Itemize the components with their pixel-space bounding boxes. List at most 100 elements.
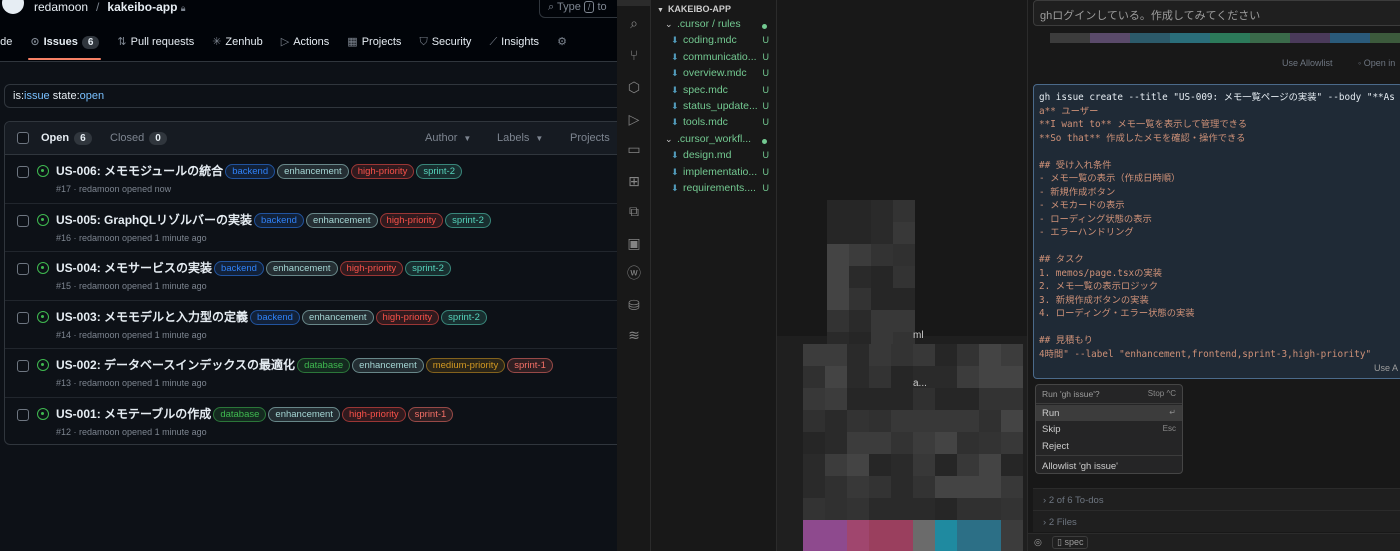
search-icon[interactable]: ⌕ — [625, 14, 643, 32]
use-allowlist-button[interactable]: Use A — [1374, 363, 1398, 373]
label-enhancement[interactable]: enhancement — [301, 309, 374, 325]
label-high-priority[interactable]: high-priority — [350, 164, 415, 179]
issue-row[interactable]: US-005: GraphQLリゾルバーの実装 backend enhancemen… — [5, 204, 617, 252]
tree-file[interactable]: ⬇ tools.mdc U — [651, 116, 777, 132]
issue-checkbox[interactable] — [17, 408, 29, 421]
database-icon[interactable]: ⛁ — [625, 296, 643, 314]
tab-issues[interactable]: ⊙ Issues 6 — [22, 30, 107, 60]
issue-row[interactable]: US-004: メモサービスの実装 backend enhancement high-… — [5, 252, 617, 301]
github-logo-icon[interactable] — [2, 0, 24, 14]
tab-projects[interactable]: ▦ Projects — [339, 30, 409, 60]
open-in-link[interactable]: ◦ Open in — [1358, 58, 1395, 68]
wordpress-icon[interactable]: ⓦ — [625, 264, 643, 282]
issue-row[interactable]: US-003: メモモデルと入力型の定義 backend enhancement hi… — [5, 301, 617, 349]
tree-file[interactable]: ⬇ design.md U — [651, 149, 777, 165]
label-backend[interactable]: backend — [254, 212, 304, 228]
files-summary[interactable]: › 2 Files — [1033, 510, 1400, 532]
label-sprint-2[interactable]: sprint-2 — [445, 212, 491, 228]
run-debug-icon[interactable]: ▷ — [625, 110, 643, 128]
spec-context-chip[interactable]: ▯ spec — [1052, 536, 1089, 549]
label-database[interactable]: database — [213, 406, 267, 422]
select-all-checkbox[interactable] — [17, 132, 29, 144]
tree-folder[interactable]: ⌄ .cursor_workfl... — [651, 133, 777, 149]
use-allowlist-link[interactable]: Use Allowlist — [1282, 58, 1333, 68]
label-sprint-2[interactable]: sprint-2 — [441, 309, 487, 325]
label-sprint-1[interactable]: sprint-1 — [407, 406, 454, 422]
label-backend[interactable]: backend — [225, 164, 276, 179]
issue-checkbox[interactable] — [17, 360, 29, 372]
label-enhancement[interactable]: enhancement — [352, 358, 424, 373]
issue-filter-input[interactable]: is:issue state:open — [4, 84, 617, 108]
repo-link[interactable]: kakeibo-app — [107, 0, 177, 14]
settings-gear-icon[interactable]: ⚙ — [549, 30, 575, 60]
tab-ode[interactable]: ode — [0, 30, 20, 60]
remote-explorer-icon[interactable]: ▭ — [625, 140, 643, 158]
tab-pull-requests[interactable]: ⇅ Pull requests — [109, 30, 202, 60]
issue-row[interactable]: US-002: データベースインデックスの最適化 database enhancem… — [5, 349, 617, 398]
label-enhancement[interactable]: enhancement — [268, 406, 340, 422]
tree-file[interactable]: ⬇ requirements.... U — [651, 182, 777, 198]
tree-folder[interactable]: ⌄ .cursor / rules — [651, 18, 777, 34]
stop-hint[interactable]: Stop ^C — [1148, 389, 1176, 398]
issue-row[interactable]: US-001: メモテーブルの作成 database enhancement high… — [5, 398, 617, 445]
run-button[interactable]: Run ↵ — [1036, 405, 1182, 421]
issue-title[interactable]: US-005: GraphQLリゾルバーの実装 backend enhancemen… — [56, 211, 491, 228]
allowlist-button[interactable]: Allowlist 'gh issue' — [1036, 458, 1182, 474]
tree-file[interactable]: ⬇ status_update... U — [651, 100, 777, 116]
issue-title[interactable]: US-003: メモモデルと入力型の定義 backend enhancement hi… — [56, 308, 487, 325]
label-sprint-2[interactable]: sprint-2 — [416, 164, 463, 179]
todos-summary[interactable]: › 2 of 6 To-dos — [1033, 488, 1400, 510]
tree-file[interactable]: ⬇ overview.mdc U — [651, 67, 777, 83]
label-enhancement[interactable]: enhancement — [265, 261, 338, 276]
issue-row[interactable]: US-006: メモモジュールの統合 backend enhancement high… — [5, 155, 617, 204]
open-filter[interactable]: Open 6 — [41, 132, 92, 145]
label-enhancement[interactable]: enhancement — [277, 164, 349, 179]
label-backend[interactable]: backend — [214, 261, 264, 276]
closed-filter[interactable]: Closed 0 — [110, 132, 167, 145]
issue-checkbox[interactable] — [17, 166, 29, 178]
label-sprint-1[interactable]: sprint-1 — [507, 358, 553, 373]
issue-title[interactable]: US-002: データベースインデックスの最適化 database enhancem… — [56, 356, 553, 373]
extensions-cube-icon[interactable]: ⬡ — [625, 78, 643, 96]
explorer-icon[interactable] — [617, 0, 651, 6]
github-pane: redamoon/kakeibo-app 🔒︎ ⌕ Type/ to ode⊙I… — [0, 0, 617, 551]
tree-file[interactable]: ⬇ coding.mdc U — [651, 34, 777, 50]
context-toggle-icon[interactable]: ◎ — [1034, 537, 1042, 548]
tree-file[interactable]: ⬇ spec.mdc U — [651, 84, 777, 100]
issue-meta: #15 · redamoon opened 1 minute ago — [56, 281, 207, 291]
layers-icon[interactable]: ≋ — [625, 326, 643, 344]
extensions-icon[interactable]: ⊞ — [625, 172, 643, 190]
reject-button[interactable]: Reject — [1036, 438, 1182, 454]
search-input[interactable]: ⌕ Type / to — [539, 0, 617, 18]
blur-block — [869, 454, 891, 476]
source-control-icon[interactable]: ⑂ — [625, 46, 643, 64]
issue-checkbox[interactable] — [17, 214, 29, 227]
label-backend[interactable]: backend — [250, 309, 300, 325]
owner-link[interactable]: redamoon — [34, 0, 88, 14]
package-icon[interactable]: ▣ — [625, 234, 643, 252]
tab-zenhub[interactable]: ✳ Zenhub — [204, 30, 271, 60]
tree-file[interactable]: ⬇ communicatio... U — [651, 51, 777, 67]
tab-security[interactable]: ⛉ Security — [411, 30, 479, 60]
tab-insights[interactable]: ⟋ Insights — [481, 30, 547, 60]
label-sprint-2[interactable]: sprint-2 — [405, 261, 451, 276]
label-database[interactable]: database — [297, 358, 351, 373]
issue-title[interactable]: US-004: メモサービスの実装 backend enhancement high-… — [56, 259, 451, 276]
label-high-priority[interactable]: high-priority — [379, 212, 444, 228]
author-dropdown[interactable]: Author ▼ — [425, 132, 471, 144]
issue-title[interactable]: US-001: メモテーブルの作成 database enhancement high… — [56, 405, 454, 422]
skip-button[interactable]: Skip Esc — [1036, 421, 1182, 437]
containers-icon[interactable]: ⧉ — [625, 202, 643, 220]
labels-dropdown[interactable]: Labels ▼ — [497, 132, 543, 144]
tab-actions[interactable]: ▷ Actions — [273, 30, 338, 60]
label-enhancement[interactable]: enhancement — [305, 212, 378, 228]
issue-checkbox[interactable] — [17, 311, 29, 324]
issue-checkbox[interactable] — [17, 263, 29, 275]
label-high-priority[interactable]: high-priority — [341, 406, 406, 422]
issue-title[interactable]: US-006: メモモジュールの統合 backend enhancement high… — [56, 162, 463, 179]
label-medium-priority[interactable]: medium-priority — [425, 358, 506, 373]
tree-file[interactable]: ⬇ implementatio... U — [651, 166, 777, 182]
label-high-priority[interactable]: high-priority — [339, 261, 404, 276]
projects-dropdown[interactable]: Projects — [570, 132, 610, 144]
label-high-priority[interactable]: high-priority — [375, 309, 440, 325]
